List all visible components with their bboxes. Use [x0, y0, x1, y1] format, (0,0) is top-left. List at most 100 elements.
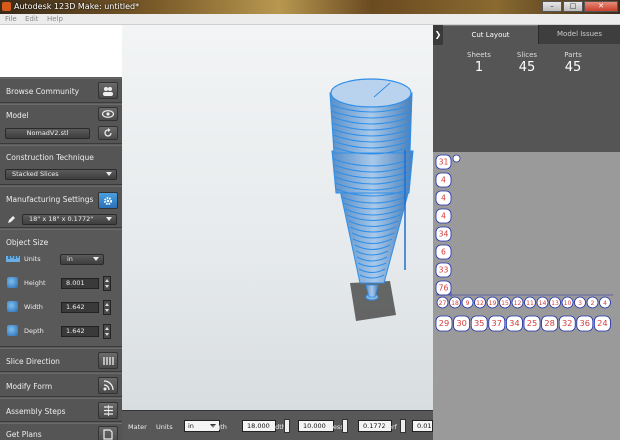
part-label: 31	[439, 158, 449, 167]
depth-spinner[interactable]	[103, 324, 111, 339]
construction-label: Construction Technique	[6, 153, 94, 162]
part-slice[interactable]: 31	[435, 154, 452, 170]
part-slice[interactable]: 3	[574, 296, 586, 309]
part-slice[interactable]: 2	[586, 296, 599, 309]
parts-label: Parts	[564, 51, 582, 59]
width-label: Width	[24, 303, 43, 311]
part-slice[interactable]: 6	[435, 244, 452, 260]
thickness-spinner[interactable]	[400, 419, 406, 433]
part-slice[interactable]: 28	[541, 315, 558, 332]
part-label: 32	[562, 318, 573, 328]
depth-icon	[7, 325, 18, 336]
sheets-label: Sheets	[467, 51, 491, 59]
part-label: 4	[441, 176, 446, 185]
slices-label: Slices	[516, 51, 538, 59]
assembly-steps-label: Assembly Steps	[6, 407, 66, 416]
kerf-label: Kerf	[384, 423, 397, 431]
part-slice[interactable]: 4	[599, 296, 611, 309]
part-slice[interactable]: 15	[499, 296, 511, 309]
part-slice[interactable]: 32	[558, 315, 576, 332]
assembly-steps-button[interactable]	[98, 402, 118, 419]
part-slice[interactable]: 9	[461, 296, 474, 309]
width-spinner[interactable]	[342, 419, 348, 433]
close-button[interactable]: ✕	[584, 1, 618, 12]
menu-help[interactable]: Help	[47, 15, 63, 23]
part-slice[interactable]: 12	[511, 296, 524, 309]
part-slice[interactable]: 24	[593, 315, 611, 332]
part-label: 34	[509, 318, 520, 328]
cut-layout-sheet[interactable]: 31 4 4 4 34 6 33 76 27 18 9 12 19 15 12 11 14 13 10 3 2 4 29 30…	[433, 152, 620, 440]
maximize-button[interactable]: □	[563, 1, 583, 12]
part-slice[interactable]: 36	[576, 315, 594, 332]
part-slice[interactable]: 76	[435, 280, 452, 296]
3d-viewport[interactable]	[122, 25, 433, 410]
get-plans-label: Get Plans	[6, 430, 42, 439]
depth-input[interactable]: 1.642	[61, 326, 99, 337]
height-input[interactable]: 8.001	[61, 278, 99, 289]
part-slice[interactable]: 19	[486, 296, 499, 309]
tab-cut-layout[interactable]: Cut Layout	[443, 25, 538, 44]
part-label: 9	[466, 300, 470, 307]
units-select[interactable]: in	[60, 254, 104, 265]
width-input[interactable]: 1.642	[61, 302, 99, 313]
tab-model-issues[interactable]: Model Issues	[538, 25, 620, 44]
app-logo-icon	[2, 2, 11, 11]
part-slice[interactable]: 14	[536, 296, 549, 309]
get-plans-button[interactable]	[98, 426, 118, 440]
menu-file[interactable]: File	[5, 15, 17, 23]
width-spinner[interactable]	[103, 300, 111, 315]
part-label: 37	[492, 318, 503, 328]
part-slice[interactable]: 4	[435, 190, 452, 206]
part-slice[interactable]	[452, 154, 461, 163]
modify-form-button[interactable]	[98, 377, 118, 394]
height-spinner[interactable]	[103, 276, 111, 291]
manufacturing-settings-button[interactable]	[98, 192, 118, 209]
part-slice[interactable]: 34	[435, 226, 452, 242]
part-slice[interactable]: 33	[435, 262, 452, 278]
slice-direction-button[interactable]	[98, 352, 118, 369]
part-slice[interactable]: 27	[436, 296, 449, 309]
part-slice[interactable]: 35	[470, 315, 488, 332]
browse-community-label: Browse Community	[6, 87, 80, 96]
part-slice[interactable]: 11	[524, 296, 536, 309]
browse-community-row[interactable]: Browse Community	[0, 78, 122, 103]
part-slice[interactable]: 4	[435, 208, 452, 224]
part-slice[interactable]: 34	[506, 315, 523, 332]
length-spinner[interactable]	[284, 419, 290, 433]
right-tabs: Cut Layout Model Issues	[443, 25, 620, 44]
model-file-button[interactable]: NomadV2.stl	[5, 128, 90, 139]
get-plans-row[interactable]: Get Plans	[0, 423, 122, 440]
part-slice[interactable]: 4	[435, 172, 452, 188]
part-slice[interactable]: 29	[435, 315, 453, 332]
manufacturing-select[interactable]: 18" x 18" x 0.1772"	[22, 214, 117, 225]
construction-select[interactable]: Stacked Slices	[5, 169, 117, 180]
menu-edit[interactable]: Edit	[25, 15, 39, 23]
construction-value: Stacked Slices	[12, 170, 59, 178]
model-row: Model NomadV2.stl	[0, 104, 122, 144]
reload-model-button[interactable]	[98, 126, 118, 140]
part-label: 36	[580, 318, 591, 328]
part-slice[interactable]: 13	[549, 296, 561, 309]
part-slice[interactable]: 25	[523, 315, 541, 332]
part-label: 4	[441, 194, 446, 203]
minimize-button[interactable]: –	[542, 1, 562, 12]
kerf-input[interactable]: 0.010	[412, 420, 433, 432]
assembly-steps-row[interactable]: Assembly Steps	[0, 398, 122, 422]
pencil-icon[interactable]	[7, 215, 16, 224]
part-slice[interactable]: 10	[561, 296, 574, 309]
collapse-panel-button[interactable]: ❯	[433, 25, 443, 45]
view-model-button[interactable]	[98, 107, 118, 121]
modify-form-row[interactable]: Modify Form	[0, 373, 122, 397]
part-label: 19	[489, 300, 497, 307]
part-slice[interactable]: 30	[453, 315, 471, 332]
slice-direction-row[interactable]: Slice Direction	[0, 348, 122, 372]
part-slice[interactable]: 18	[449, 296, 461, 309]
construction-row: Construction Technique Stacked Slices	[0, 145, 122, 185]
cut-layout-parts: 31444346337627 18 9 12 19 15 12 11 14 13 10 3 2 429 30…	[435, 154, 613, 332]
manufacturing-value: 18" x 18" x 0.1772"	[29, 215, 94, 223]
part-label: 3	[578, 300, 582, 307]
window-controls: – □ ✕	[542, 1, 618, 12]
part-slice[interactable]: 37	[488, 315, 506, 332]
part-slice[interactable]: 12	[474, 296, 486, 309]
browse-community-button[interactable]	[98, 82, 118, 99]
